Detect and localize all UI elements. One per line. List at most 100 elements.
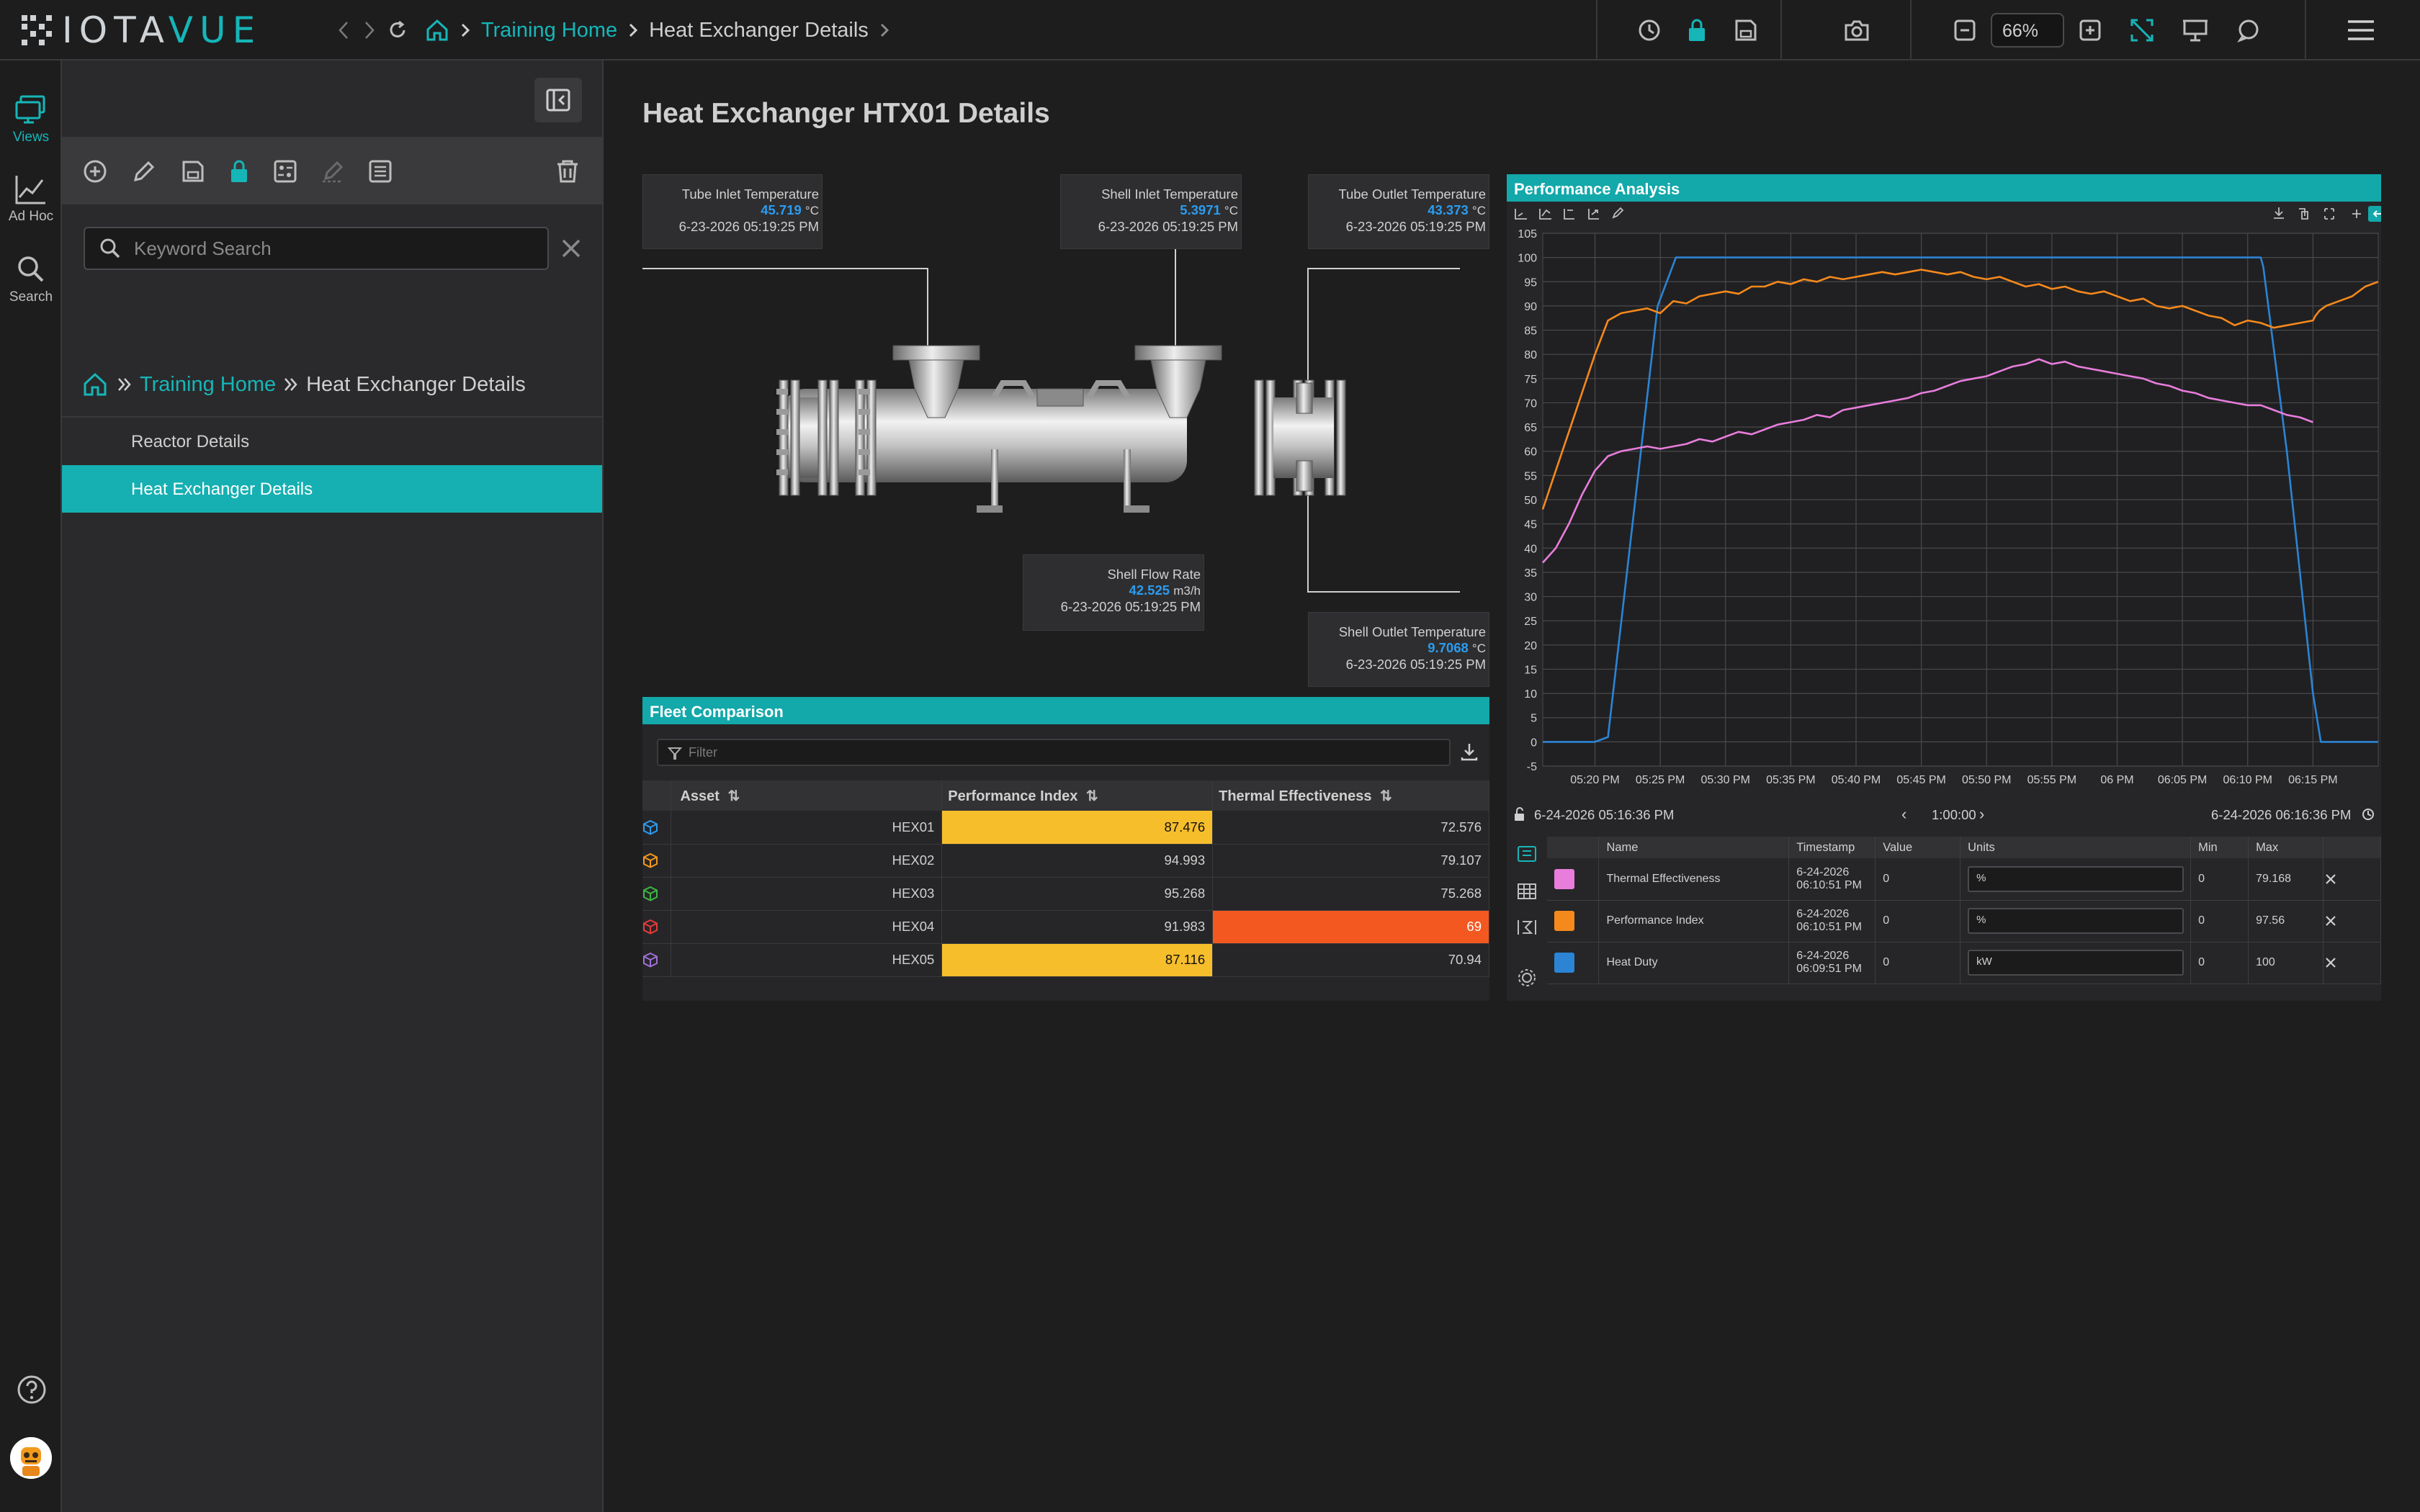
tag-shell-outlet-temperature[interactable]: Shell Outlet Temperature 9.7068 °C 6-23-…	[1308, 612, 1489, 687]
save-icon[interactable]	[1730, 14, 1762, 46]
breadcrumb-home-link[interactable]: Training Home	[481, 19, 617, 42]
clear-search-icon[interactable]	[559, 236, 583, 261]
y-tick-label: 95	[1524, 276, 1537, 289]
y-tick-label: 5	[1531, 713, 1537, 725]
list-icon[interactable]	[364, 156, 396, 187]
legend-swatch-cell[interactable]	[1547, 900, 1600, 942]
column-header-thermal-effectiveness[interactable]: Thermal Effectiveness ⇅	[1212, 780, 1489, 811]
table-tab-icon	[1518, 883, 1536, 899]
download-icon[interactable]	[1459, 742, 1479, 762]
x-tick-label: 05:50 PM	[1962, 774, 2011, 786]
refresh-icon[interactable]	[382, 14, 413, 46]
lock-icon[interactable]	[1681, 14, 1713, 46]
asset-cube-icon	[642, 844, 672, 878]
presentation-icon[interactable]	[2179, 14, 2211, 46]
y-tick-label: 25	[1524, 616, 1537, 628]
panel-breadcrumb-home-link[interactable]: Training Home	[140, 373, 276, 397]
remove-series-icon[interactable]	[2323, 858, 2381, 901]
column-header-performance-index[interactable]: Performance Index ⇅	[941, 780, 1214, 811]
remove-series-icon[interactable]	[2323, 900, 2381, 942]
legend-units-field[interactable]: %	[1968, 908, 2184, 934]
legend-units-field[interactable]: %	[1968, 865, 2184, 892]
fleet-filter-input[interactable]	[689, 740, 1438, 765]
table-row[interactable]: HEX02 94.993 79.107	[642, 844, 1489, 878]
trend-chart[interactable]: 1051009590858075706560555045403530252015…	[1507, 225, 2381, 793]
collapse-panel-button[interactable]	[534, 78, 582, 122]
toolbar-divider	[1780, 0, 1782, 60]
tag-label: Shell Outlet Temperature	[1338, 624, 1486, 639]
tag-shell-inlet-temperature[interactable]: Shell Inlet Temperature 5.3971 °C 6-23-2…	[1060, 174, 1242, 249]
history-icon[interactable]	[1634, 14, 1665, 46]
keyword-search-input[interactable]	[134, 228, 537, 269]
table-row[interactable]: HEX01 87.476 72.576	[642, 811, 1489, 845]
tag-shell-flow-rate[interactable]: Shell Flow Rate 42.525 m3/h 6-23-2026 05…	[1023, 554, 1204, 631]
cell-asset: HEX05	[671, 943, 943, 977]
sort-icon[interactable]: ⇅	[728, 788, 740, 804]
lock-view-icon[interactable]	[223, 156, 255, 187]
rail-search[interactable]: Search	[0, 253, 62, 305]
zoom-level-field[interactable]: 66%	[1991, 13, 2064, 48]
previous-period-icon[interactable]: ‹	[1901, 805, 1906, 824]
tag-timestamp: 6-23-2026 05:19:25 PM	[1098, 219, 1238, 234]
home-icon[interactable]	[82, 372, 108, 397]
panel-breadcrumb: Training Home Heat Exchanger Details	[82, 363, 526, 406]
table-row[interactable]: HEX05 87.116 70.94	[642, 943, 1489, 977]
search-icon	[18, 256, 44, 282]
help-icon[interactable]	[16, 1374, 48, 1405]
legend-row[interactable]: Performance Index 6-24-2026 06:10:51 PM 0…	[1547, 900, 2381, 942]
avatar[interactable]	[10, 1437, 52, 1479]
remove-series-icon[interactable]	[2323, 942, 2381, 984]
chat-icon[interactable]	[2233, 14, 2264, 46]
breadcrumb-chevron-icon[interactable]	[879, 22, 890, 38]
legend-swatch-cell[interactable]	[1547, 942, 1600, 984]
asset-cube-icon	[642, 943, 672, 977]
panel-header	[62, 60, 602, 138]
legend-timestamp-date: 6-24-2026	[1796, 908, 1850, 920]
x-tick-label: 05:45 PM	[1896, 774, 1945, 786]
next-period-icon[interactable]: ›	[1979, 805, 1984, 824]
properties-icon[interactable]	[269, 156, 301, 187]
navigation-panel: Training Home Heat Exchanger Details Rea…	[62, 60, 604, 1512]
app-logo[interactable]: IOTAVUE	[20, 9, 261, 51]
camera-icon[interactable]	[1841, 14, 1873, 46]
zoom-in-icon[interactable]	[2074, 14, 2106, 46]
tag-tube-inlet-temperature[interactable]: Tube Inlet Temperature 45.719 °C 6-23-20…	[642, 174, 823, 249]
trend-start-time[interactable]: 6-24-2026 05:16:36 PM	[1534, 807, 1674, 823]
unlock-icon[interactable]	[1512, 807, 1527, 822]
legend-swatch-cell[interactable]	[1547, 858, 1600, 901]
add-icon[interactable]	[79, 156, 111, 187]
column-header-asset[interactable]: Asset ⇅	[671, 780, 943, 811]
tag-value: 5.3971	[1180, 202, 1221, 217]
sort-icon[interactable]: ⇅	[1380, 788, 1392, 804]
filter-icon	[667, 747, 683, 760]
nav-item-reactor-details[interactable]: Reactor Details	[62, 418, 602, 465]
cell-performance-index: 87.116	[941, 943, 1214, 977]
rail-views[interactable]: Views	[0, 94, 62, 145]
trend-duration[interactable]: 1:00:00	[1932, 807, 1976, 823]
nav-item-heat-exchanger-details[interactable]: Heat Exchanger Details	[62, 465, 602, 513]
zoom-out-icon[interactable]	[1949, 14, 1981, 46]
table-row[interactable]: HEX04 91.983 69	[642, 910, 1489, 944]
fit-screen-icon[interactable]	[2126, 14, 2158, 46]
series-color-swatch[interactable]	[1554, 953, 1574, 973]
delete-icon[interactable]	[552, 156, 583, 187]
legend-row[interactable]: Heat Duty 6-24-2026 06:09:51 PM 0 kW 0 10…	[1547, 942, 2381, 984]
performance-analysis-panel: Performance Analysis 105 100 95 90 85 80 75 70 6	[1507, 174, 2381, 1001]
sort-icon[interactable]: ⇅	[1086, 788, 1098, 804]
menu-icon[interactable]	[2345, 14, 2377, 46]
legend-units-field[interactable]: kW	[1968, 950, 2184, 976]
rail-adhoc[interactable]: Ad Hoc	[0, 173, 62, 225]
table-row[interactable]: HEX03 95.268 75.268	[642, 877, 1489, 911]
y-tick-label: 35	[1524, 567, 1537, 580]
tag-tube-outlet-temperature[interactable]: Tube Outlet Temperature 43.373 °C 6-23-2…	[1308, 174, 1489, 249]
edit-icon[interactable]	[128, 156, 160, 187]
series-color-swatch[interactable]	[1554, 868, 1574, 889]
trend-end-time[interactable]: 6-24-2026 06:16:36 PM	[2211, 807, 2351, 823]
legend-row[interactable]: Thermal Effectiveness 6-24-2026 06:10:51 …	[1547, 858, 2381, 901]
save-view-icon[interactable]	[177, 156, 209, 187]
live-mode-icon[interactable]	[2361, 807, 2375, 822]
series-color-swatch[interactable]	[1554, 911, 1574, 931]
tag-label: Tube Outlet Temperature	[1338, 186, 1486, 202]
home-icon[interactable]	[425, 18, 449, 42]
forward-icon[interactable]	[353, 14, 385, 46]
